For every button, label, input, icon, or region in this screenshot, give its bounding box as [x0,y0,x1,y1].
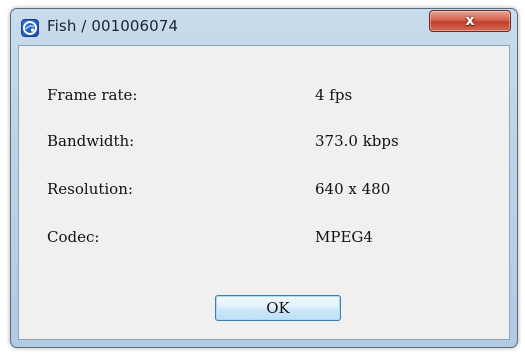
close-icon: x [465,13,475,29]
app-logo-icon [21,19,39,37]
resolution-label: Resolution: [47,180,133,198]
codec-value: MPEG4 [315,228,373,246]
window-title: Fish / 001006074 [47,17,179,35]
dialog-window: Fish / 001006074 x Frame rate: 4 fps Ban… [10,8,518,348]
dialog-content: Frame rate: 4 fps Bandwidth: 373.0 kbps … [18,45,510,340]
close-button[interactable]: x [429,10,511,32]
bandwidth-value: 373.0 kbps [315,132,399,150]
frame-rate-value: 4 fps [315,86,353,104]
title-bar[interactable]: Fish / 001006074 x [11,9,517,45]
ok-button[interactable]: OK [215,295,341,321]
resolution-value: 640 x 480 [315,180,391,198]
codec-label: Codec: [47,228,100,246]
bandwidth-label: Bandwidth: [47,132,135,150]
ok-button-label: OK [266,299,290,317]
frame-rate-label: Frame rate: [47,86,138,104]
